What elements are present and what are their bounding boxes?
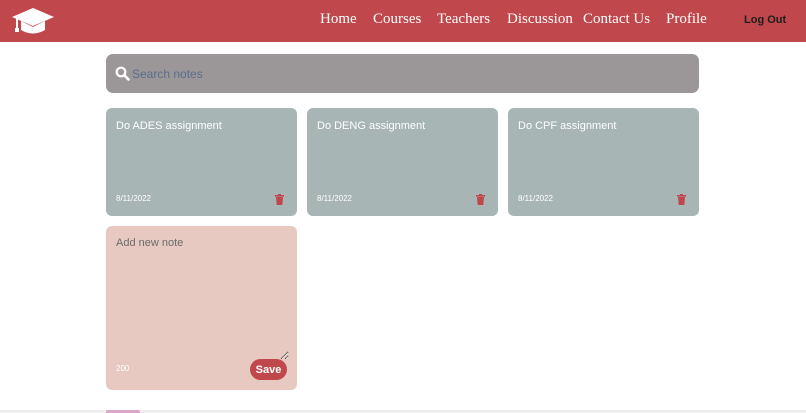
nav-link-profile[interactable]: Profile	[666, 11, 707, 28]
chars-remaining: 200	[116, 364, 130, 373]
note-date: 8/11/2022	[518, 194, 553, 203]
trash-icon[interactable]	[275, 194, 284, 205]
graduation-cap-icon[interactable]	[11, 6, 55, 36]
search-input[interactable]	[132, 54, 692, 93]
nav-link-teachers[interactable]: Teachers	[437, 11, 490, 28]
note-text: Do CPF assignment	[518, 120, 617, 132]
note-card: Do CPF assignment 8/11/2022	[508, 108, 699, 216]
note-card: Do DENG assignment 8/11/2022	[307, 108, 498, 216]
note-text: Do DENG assignment	[317, 120, 426, 132]
top-navbar: Home Courses Teachers Discussion Contact…	[0, 0, 806, 42]
nav-link-courses[interactable]: Courses	[373, 11, 421, 28]
search-icon	[115, 66, 130, 81]
note-date: 8/11/2022	[317, 194, 352, 203]
note-card: Do ADES assignment 8/11/2022	[106, 108, 297, 216]
note-date: 8/11/2022	[116, 194, 151, 203]
trash-icon[interactable]	[476, 194, 485, 205]
new-note-textarea[interactable]	[114, 234, 289, 360]
trash-icon[interactable]	[677, 194, 686, 205]
nav-link-home[interactable]: Home	[320, 11, 357, 28]
save-button[interactable]: Save	[250, 359, 287, 380]
nav-link-contact-us[interactable]: Contact Us	[583, 11, 650, 28]
nav-link-discussion[interactable]: Discussion	[507, 11, 573, 28]
search-bar	[106, 54, 699, 93]
note-text: Do ADES assignment	[116, 120, 222, 132]
new-note-card: 200 Save	[106, 226, 297, 390]
logout-link[interactable]: Log Out	[744, 14, 786, 26]
